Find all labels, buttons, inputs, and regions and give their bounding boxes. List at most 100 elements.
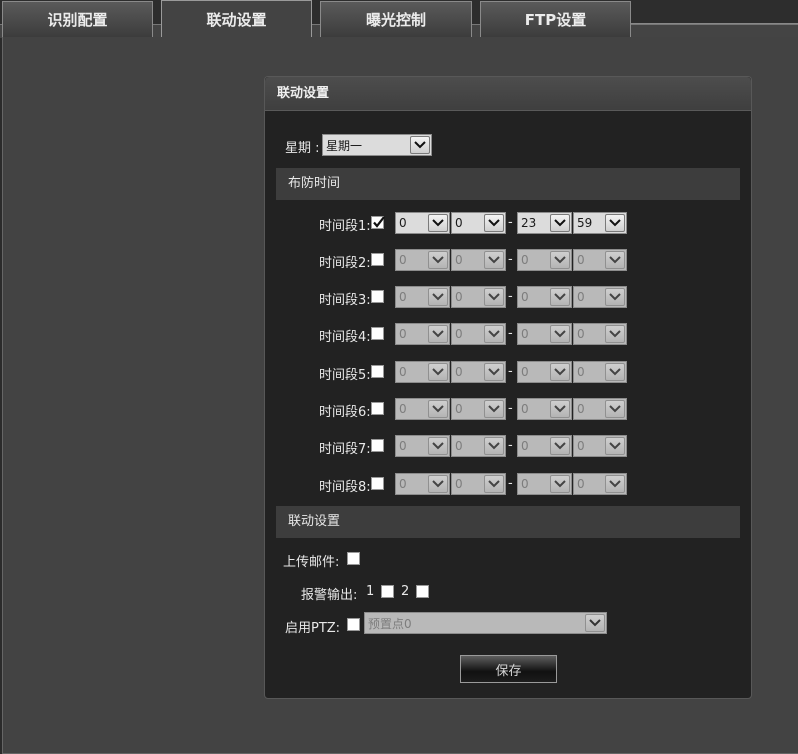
time-segment-checkbox[interactable] [371, 253, 384, 266]
chevron-down-icon [428, 251, 448, 269]
chevron-down-icon [484, 475, 504, 493]
select-value: 0 [577, 402, 585, 416]
select-value: 0 [399, 439, 407, 453]
time-segment-end-h-select[interactable]: 0 [517, 398, 572, 420]
time-segment-end-m-select[interactable]: 0 [573, 361, 627, 383]
save-button[interactable]: 保存 [460, 655, 557, 683]
select-value: 0 [521, 439, 529, 453]
time-segment-start-m-select[interactable]: 0 [451, 286, 506, 308]
chevron-down-icon [428, 475, 448, 493]
time-segment-start-m-select[interactable]: 0 [451, 398, 506, 420]
chevron-down-icon [605, 400, 625, 418]
time-segment-start-h-select[interactable]: 0 [395, 361, 450, 383]
alarm-output-label: 报警输出: [301, 588, 358, 603]
time-segment-label: 时间段7: [319, 442, 371, 457]
time-range-dash: - [508, 326, 513, 341]
ptz-preset-select[interactable]: 预置点0 [364, 612, 607, 634]
time-segment-label: 时间段5: [319, 368, 371, 383]
chevron-down-icon [484, 288, 504, 306]
select-value: 0 [577, 365, 585, 379]
upload-mail-checkbox[interactable] [347, 552, 360, 565]
time-segment-start-h-select[interactable]: 0 [395, 323, 450, 345]
time-segment-start-m-select[interactable]: 0 [451, 435, 506, 457]
time-segment-end-h-select[interactable]: 0 [517, 286, 572, 308]
chevron-down-icon [550, 214, 570, 232]
time-segment-checkbox[interactable] [371, 365, 384, 378]
alarm-output-2-checkbox[interactable] [416, 585, 429, 598]
time-segment-end-m-select[interactable]: 0 [573, 473, 627, 495]
time-range-dash: - [508, 215, 513, 230]
select-value: 0 [455, 327, 463, 341]
time-segment-start-m-select[interactable]: 0 [451, 212, 506, 234]
chevron-down-icon [410, 136, 430, 154]
select-value: 0 [455, 439, 463, 453]
chevron-down-icon [428, 400, 448, 418]
tab-bar: 识别配置 联动设置 曝光控制 FTP设置 [0, 0, 798, 38]
time-segment-start-h-select[interactable]: 0 [395, 398, 450, 420]
time-segment-end-m-select[interactable]: 0 [573, 286, 627, 308]
time-range-dash: - [508, 364, 513, 379]
tab-ftp-settings[interactable]: FTP设置 [480, 1, 631, 37]
time-segment-start-m-select[interactable]: 0 [451, 249, 506, 271]
time-range-dash: - [508, 289, 513, 304]
time-segment-end-h-select[interactable]: 0 [517, 435, 572, 457]
time-segment-start-m-select[interactable]: 0 [451, 473, 506, 495]
select-value: 0 [521, 327, 529, 341]
section-schedule: 布防时间 [276, 168, 740, 200]
chevron-down-icon [550, 475, 570, 493]
chevron-down-icon [605, 214, 625, 232]
time-segment-end-h-select[interactable]: 0 [517, 323, 572, 345]
time-segment-label: 时间段6: [319, 405, 371, 420]
weekday-select-value: 星期一 [326, 138, 363, 153]
time-segment-start-m-select[interactable]: 0 [451, 361, 506, 383]
select-value: 0 [521, 253, 529, 267]
chevron-down-icon [428, 325, 448, 343]
time-segment-end-m-select[interactable]: 0 [573, 323, 627, 345]
select-value: 0 [521, 477, 529, 491]
section-linkage: 联动设置 [276, 506, 740, 538]
chevron-down-icon [585, 614, 605, 632]
time-segment-label: 时间段8: [319, 480, 371, 495]
time-segment-checkbox[interactable] [371, 290, 384, 303]
time-segment-start-h-select[interactable]: 0 [395, 286, 450, 308]
time-segment-end-m-select[interactable]: 0 [573, 249, 627, 271]
select-value: 23 [521, 216, 537, 230]
ptz-checkbox[interactable] [347, 618, 360, 631]
time-segment-checkbox[interactable] [371, 327, 384, 340]
panel-title: 联动设置 [265, 77, 751, 111]
tab-linkage-settings[interactable]: 联动设置 [161, 0, 312, 38]
time-segment-end-m-select[interactable]: 59 [573, 212, 627, 234]
time-segment-start-h-select[interactable]: 0 [395, 212, 450, 234]
time-segment-end-m-select[interactable]: 0 [573, 398, 627, 420]
alarm-output-2-label: 2 [401, 584, 410, 599]
time-segment-start-m-select[interactable]: 0 [451, 323, 506, 345]
time-segment-end-h-select[interactable]: 0 [517, 361, 572, 383]
time-segment-checkbox[interactable] [371, 477, 384, 490]
time-segment-end-h-select[interactable]: 0 [517, 473, 572, 495]
chevron-down-icon [428, 363, 448, 381]
select-value: 0 [399, 477, 407, 491]
time-segment-checkbox[interactable] [371, 439, 384, 452]
time-segment-end-m-select[interactable]: 0 [573, 435, 627, 457]
tab-exposure-control[interactable]: 曝光控制 [320, 1, 472, 37]
time-segment-checkbox[interactable] [371, 402, 384, 415]
select-value: 0 [455, 477, 463, 491]
chevron-down-icon [484, 363, 504, 381]
chevron-down-icon [550, 251, 570, 269]
time-segment-start-h-select[interactable]: 0 [395, 435, 450, 457]
time-segment-end-h-select[interactable]: 23 [517, 212, 572, 234]
chevron-down-icon [550, 437, 570, 455]
weekday-select[interactable]: 星期一 [322, 134, 432, 156]
tab-recognition-config[interactable]: 识别配置 [2, 1, 153, 37]
time-segment-start-h-select[interactable]: 0 [395, 473, 450, 495]
time-segment-start-h-select[interactable]: 0 [395, 249, 450, 271]
time-segment-end-h-select[interactable]: 0 [517, 249, 572, 271]
time-range-dash: - [508, 438, 513, 453]
time-segment-label: 时间段4: [319, 330, 371, 345]
chevron-down-icon [550, 325, 570, 343]
select-value: 0 [577, 477, 585, 491]
chevron-down-icon [428, 214, 448, 232]
select-value: 0 [399, 290, 407, 304]
time-segment-checkbox[interactable] [371, 216, 385, 229]
alarm-output-1-checkbox[interactable] [381, 585, 394, 598]
